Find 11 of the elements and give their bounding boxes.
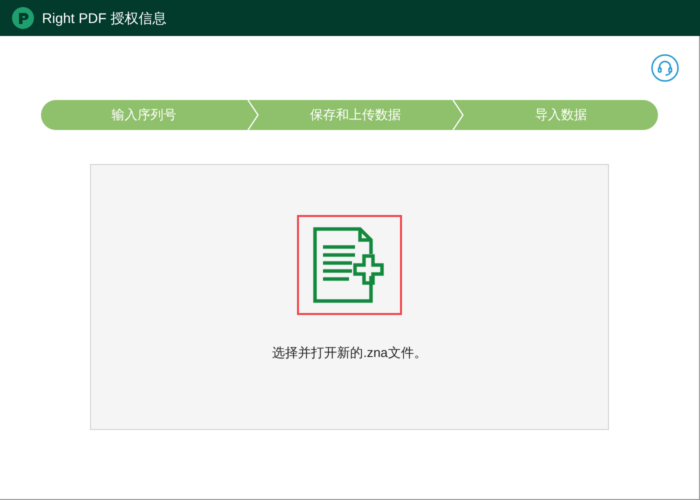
step-label: 导入数据 [535, 106, 588, 124]
instruction-text: 选择并打开新的.zna文件。 [272, 344, 427, 362]
step-label: 输入序列号 [111, 106, 176, 124]
support-headset-icon[interactable] [651, 54, 679, 82]
app-logo-icon [12, 7, 34, 29]
open-file-button[interactable] [297, 215, 402, 315]
window-title: Right PDF 授权信息 [42, 8, 166, 28]
file-drop-zone[interactable]: 选择并打开新的.zna文件。 [90, 164, 609, 430]
step-label: 保存和上传数据 [310, 106, 401, 124]
chevron-divider-icon [246, 100, 259, 130]
chevron-divider-icon [452, 100, 464, 130]
